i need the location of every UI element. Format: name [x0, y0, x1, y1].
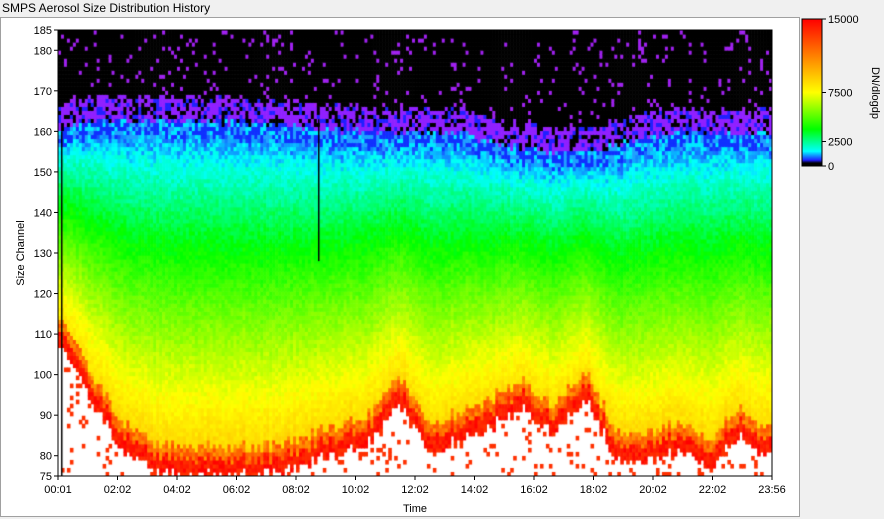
y-tick-label: 90: [40, 410, 52, 422]
x-tick-label: 08:02: [282, 484, 310, 496]
heatmap-cells: [58, 30, 772, 476]
colorbar-tick-label: 15000: [828, 14, 859, 26]
colorbar: 0 2500 7500 15000 DN/dlogdp: [801, 14, 881, 173]
x-axis: 00:01 02:02 04:02 06:02 08:02 10:02 12:02 14:02…: [44, 476, 786, 496]
colorbar-gradient: [801, 18, 823, 167]
x-tick-label: 12:02: [401, 484, 429, 496]
colorbar-title: DN/dlogdp: [869, 67, 881, 119]
y-tick-label: 160: [34, 126, 52, 138]
x-tick-label: 10:02: [342, 484, 370, 496]
colorbar-tick-label: 7500: [828, 88, 852, 100]
y-tick-label: 100: [34, 370, 52, 382]
x-tick-label: 16:02: [520, 484, 548, 496]
colorbar-ticks: 0 2500 7500 15000: [822, 14, 859, 173]
y-tick-label: 150: [34, 167, 52, 179]
y-tick-label: 170: [34, 86, 52, 98]
x-tick-label: 04:02: [163, 484, 191, 496]
window-title: SMPS Aerosol Size Distribution History: [2, 1, 211, 15]
x-tick-label: 06:02: [223, 484, 251, 496]
y-tick-label: 110: [34, 329, 52, 341]
colorbar-tick-label: 0: [828, 161, 834, 173]
y-tick-label: 120: [34, 289, 52, 301]
heatmap-plot-area: [58, 30, 772, 476]
y-tick-label: 130: [34, 248, 52, 260]
x-tick-label: 20:02: [639, 484, 667, 496]
x-tick-label: 22:02: [699, 484, 727, 496]
y-tick-label: 80: [40, 451, 52, 463]
x-tick-label: 14:02: [461, 484, 489, 496]
y-tick-label: 140: [34, 207, 52, 219]
y-tick-label: 75: [40, 471, 52, 483]
y-axis-title: Size Channel: [15, 220, 27, 285]
heatmap-chart: 00:01 02:02 04:02 06:02 08:02 10:02 12:02 14:02…: [15, 25, 786, 515]
y-tick-label: 185: [34, 25, 52, 37]
colorbar-tick-label: 2500: [828, 137, 852, 149]
x-tick-label: 23:56: [758, 484, 786, 496]
x-tick-label: 18:02: [580, 484, 608, 496]
x-tick-label: 00:01: [44, 484, 72, 496]
x-tick-label: 02:02: [104, 484, 132, 496]
chart-panel: 00:01 02:02 04:02 06:02 08:02 10:02 12:02 14:02…: [0, 17, 800, 517]
x-axis-title: Time: [403, 503, 427, 515]
y-tick-label: 180: [34, 45, 52, 57]
y-axis: 75 80 90 100 110 120 130 140 150 160 170 180 185: [34, 25, 58, 483]
